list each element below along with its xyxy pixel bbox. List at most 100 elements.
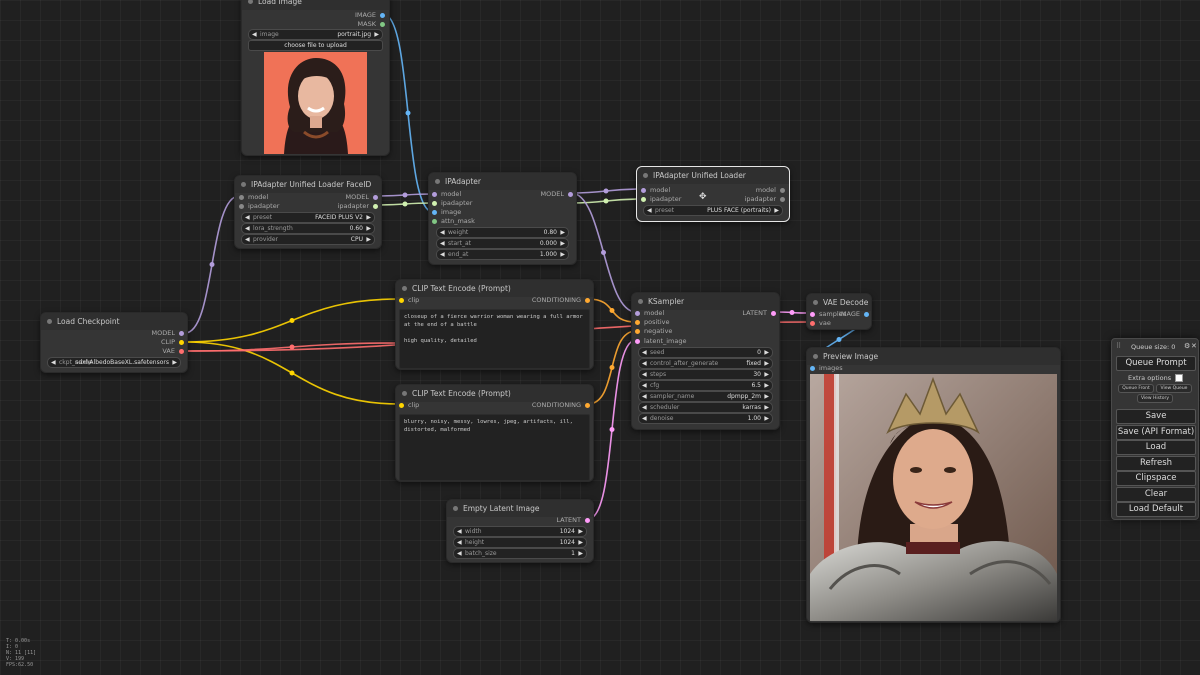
arrow-right-icon[interactable]: ▶ — [764, 370, 769, 379]
link-latent[interactable] — [587, 339, 637, 520]
clear-button[interactable]: Clear — [1116, 487, 1196, 502]
load-checkpoint-node[interactable]: Load Checkpoint MODEL CLIP VAE ◀ ckpt_nam… — [40, 312, 188, 373]
settings-gear-icon[interactable]: ⚙ — [1184, 342, 1190, 350]
link-center-marker[interactable] — [405, 110, 411, 116]
arrow-right-icon[interactable]: ▶ — [560, 250, 565, 259]
slot-dot[interactable] — [810, 321, 815, 326]
arrow-left-icon[interactable]: ◀ — [642, 348, 647, 357]
input-ipadapter[interactable]: ipadapter — [432, 199, 472, 208]
input-ipadapter[interactable]: ipadapter — [239, 202, 279, 211]
output-image[interactable]: IMAGE — [355, 11, 385, 20]
input-vae[interactable]: vae — [810, 319, 831, 328]
arrow-left-icon[interactable]: ◀ — [642, 370, 647, 379]
link-center-marker[interactable] — [603, 188, 609, 194]
output-model[interactable]: model — [756, 186, 785, 195]
prompt-textarea[interactable]: closeup of a fierce warrior woman wearin… — [399, 309, 590, 369]
slot-dot[interactable] — [585, 403, 590, 408]
clip-text-encode-negative-node[interactable]: CLIP Text Encode (Prompt) clip CONDITION… — [395, 384, 594, 482]
arrow-right-icon[interactable]: ▶ — [764, 359, 769, 368]
arrow-left-icon[interactable]: ◀ — [457, 549, 462, 558]
close-icon[interactable]: ✕ — [1191, 342, 1197, 350]
provider-select[interactable]: ◀ provider CPU ▶ — [241, 234, 375, 245]
input-positive[interactable]: positive — [635, 318, 670, 327]
slot-dot[interactable] — [432, 192, 437, 197]
arrow-right-icon[interactable]: ▶ — [764, 348, 769, 357]
input-model[interactable]: model — [239, 193, 268, 202]
arrow-right-icon[interactable]: ▶ — [578, 527, 583, 536]
link-center-marker[interactable] — [603, 198, 609, 204]
link-vae[interactable] — [184, 342, 400, 352]
link-clip[interactable] — [184, 298, 400, 343]
arrow-right-icon[interactable]: ▶ — [764, 392, 769, 401]
link-ipadapter[interactable] — [376, 202, 434, 206]
slot-dot[interactable] — [432, 210, 437, 215]
link-center-marker[interactable] — [402, 192, 408, 198]
slot-dot[interactable] — [864, 312, 869, 317]
view-queue-button[interactable]: View Queue — [1156, 384, 1192, 393]
height-input[interactable]: ◀ height 1024 ▶ — [453, 537, 587, 548]
slot-dot[interactable] — [239, 195, 244, 200]
node-title[interactable]: Empty Latent Image — [447, 500, 593, 517]
lora-strength-input[interactable]: ◀ lora_strength 0.60 ▶ — [241, 223, 375, 234]
arrow-right-icon[interactable]: ▶ — [764, 414, 769, 423]
input-image[interactable]: image — [432, 208, 461, 217]
link-model[interactable] — [376, 193, 434, 197]
slot-dot[interactable] — [635, 311, 640, 316]
load-default-button[interactable]: Load Default — [1116, 502, 1196, 517]
link-center-marker[interactable] — [289, 370, 295, 376]
link-model[interactable] — [570, 188, 642, 194]
refresh-button[interactable]: Refresh — [1116, 456, 1196, 471]
queue-front-button[interactable]: Queue Front — [1118, 384, 1154, 393]
output-conditioning[interactable]: CONDITIONING — [532, 296, 590, 305]
output-model[interactable]: MODEL — [152, 329, 184, 338]
queue-prompt-button[interactable]: Queue Prompt — [1116, 356, 1196, 371]
output-image[interactable]: IMAGE — [839, 310, 869, 319]
arrow-left-icon[interactable]: ◀ — [642, 392, 647, 401]
start-at-input[interactable]: ◀ start_at 0.000 ▶ — [436, 238, 569, 249]
slot-dot[interactable] — [239, 204, 244, 209]
output-model[interactable]: MODEL — [346, 193, 378, 202]
link-conditioning[interactable] — [587, 298, 637, 323]
empty-latent-image-node[interactable]: Empty Latent Image LATENT ◀ width 1024 ▶ ◀ h… — [446, 499, 594, 563]
input-model[interactable]: model — [635, 309, 664, 318]
preset-select[interactable]: ◀ preset PLUS FACE (portraits) ▶ — [643, 205, 783, 216]
arrow-right-icon[interactable]: ▶ — [366, 235, 371, 244]
slot-dot[interactable] — [179, 331, 184, 336]
output-latent[interactable]: LATENT — [556, 516, 590, 525]
slot-dot[interactable] — [635, 339, 640, 344]
input-model[interactable]: model — [432, 190, 461, 199]
batch-size-input[interactable]: ◀ batch_size 1 ▶ — [453, 548, 587, 559]
arrow-left-icon[interactable]: ◀ — [245, 235, 250, 244]
output-model[interactable]: MODEL — [541, 190, 573, 199]
link-clip[interactable] — [184, 341, 400, 405]
slot-dot[interactable] — [771, 311, 776, 316]
node-title[interactable]: CLIP Text Encode (Prompt) — [396, 280, 593, 297]
arrow-right-icon[interactable]: ▶ — [366, 224, 371, 233]
width-input[interactable]: ◀ width 1024 ▶ — [453, 526, 587, 537]
vae-decode-node[interactable]: VAE Decode samples vae IMAGE — [806, 293, 872, 330]
node-title[interactable]: Preview Image — [807, 348, 1060, 365]
arrow-right-icon[interactable]: ▶ — [774, 206, 779, 215]
node-title[interactable]: VAE Decode — [807, 294, 871, 311]
save-button[interactable]: Save — [1116, 409, 1196, 424]
link-image[interactable] — [382, 13, 434, 213]
ipadapter-node[interactable]: IPAdapter model ipadapter image attn_mas… — [428, 172, 577, 265]
upload-button[interactable]: choose file to upload — [248, 40, 383, 51]
slot-dot[interactable] — [380, 13, 385, 18]
slot-dot[interactable] — [810, 312, 815, 317]
output-latent[interactable]: LATENT — [742, 309, 776, 318]
slot-dot[interactable] — [635, 320, 640, 325]
arrow-left-icon[interactable]: ◀ — [440, 228, 445, 237]
arrow-left-icon[interactable]: ◀ — [245, 213, 250, 222]
node-title[interactable]: KSampler — [632, 293, 779, 310]
link-center-marker[interactable] — [609, 427, 615, 432]
arrow-left-icon[interactable]: ◀ — [457, 527, 462, 536]
link-center-marker[interactable] — [289, 344, 295, 350]
arrow-left-icon[interactable]: ◀ — [642, 359, 647, 368]
slot-dot[interactable] — [432, 201, 437, 206]
arrow-left-icon[interactable]: ◀ — [457, 538, 462, 547]
arrow-right-icon[interactable]: ▶ — [366, 213, 371, 222]
output-ipadapter[interactable]: ipadapter — [745, 195, 785, 204]
link-center-marker[interactable] — [789, 310, 795, 315]
arrow-right-icon[interactable]: ▶ — [560, 239, 565, 248]
